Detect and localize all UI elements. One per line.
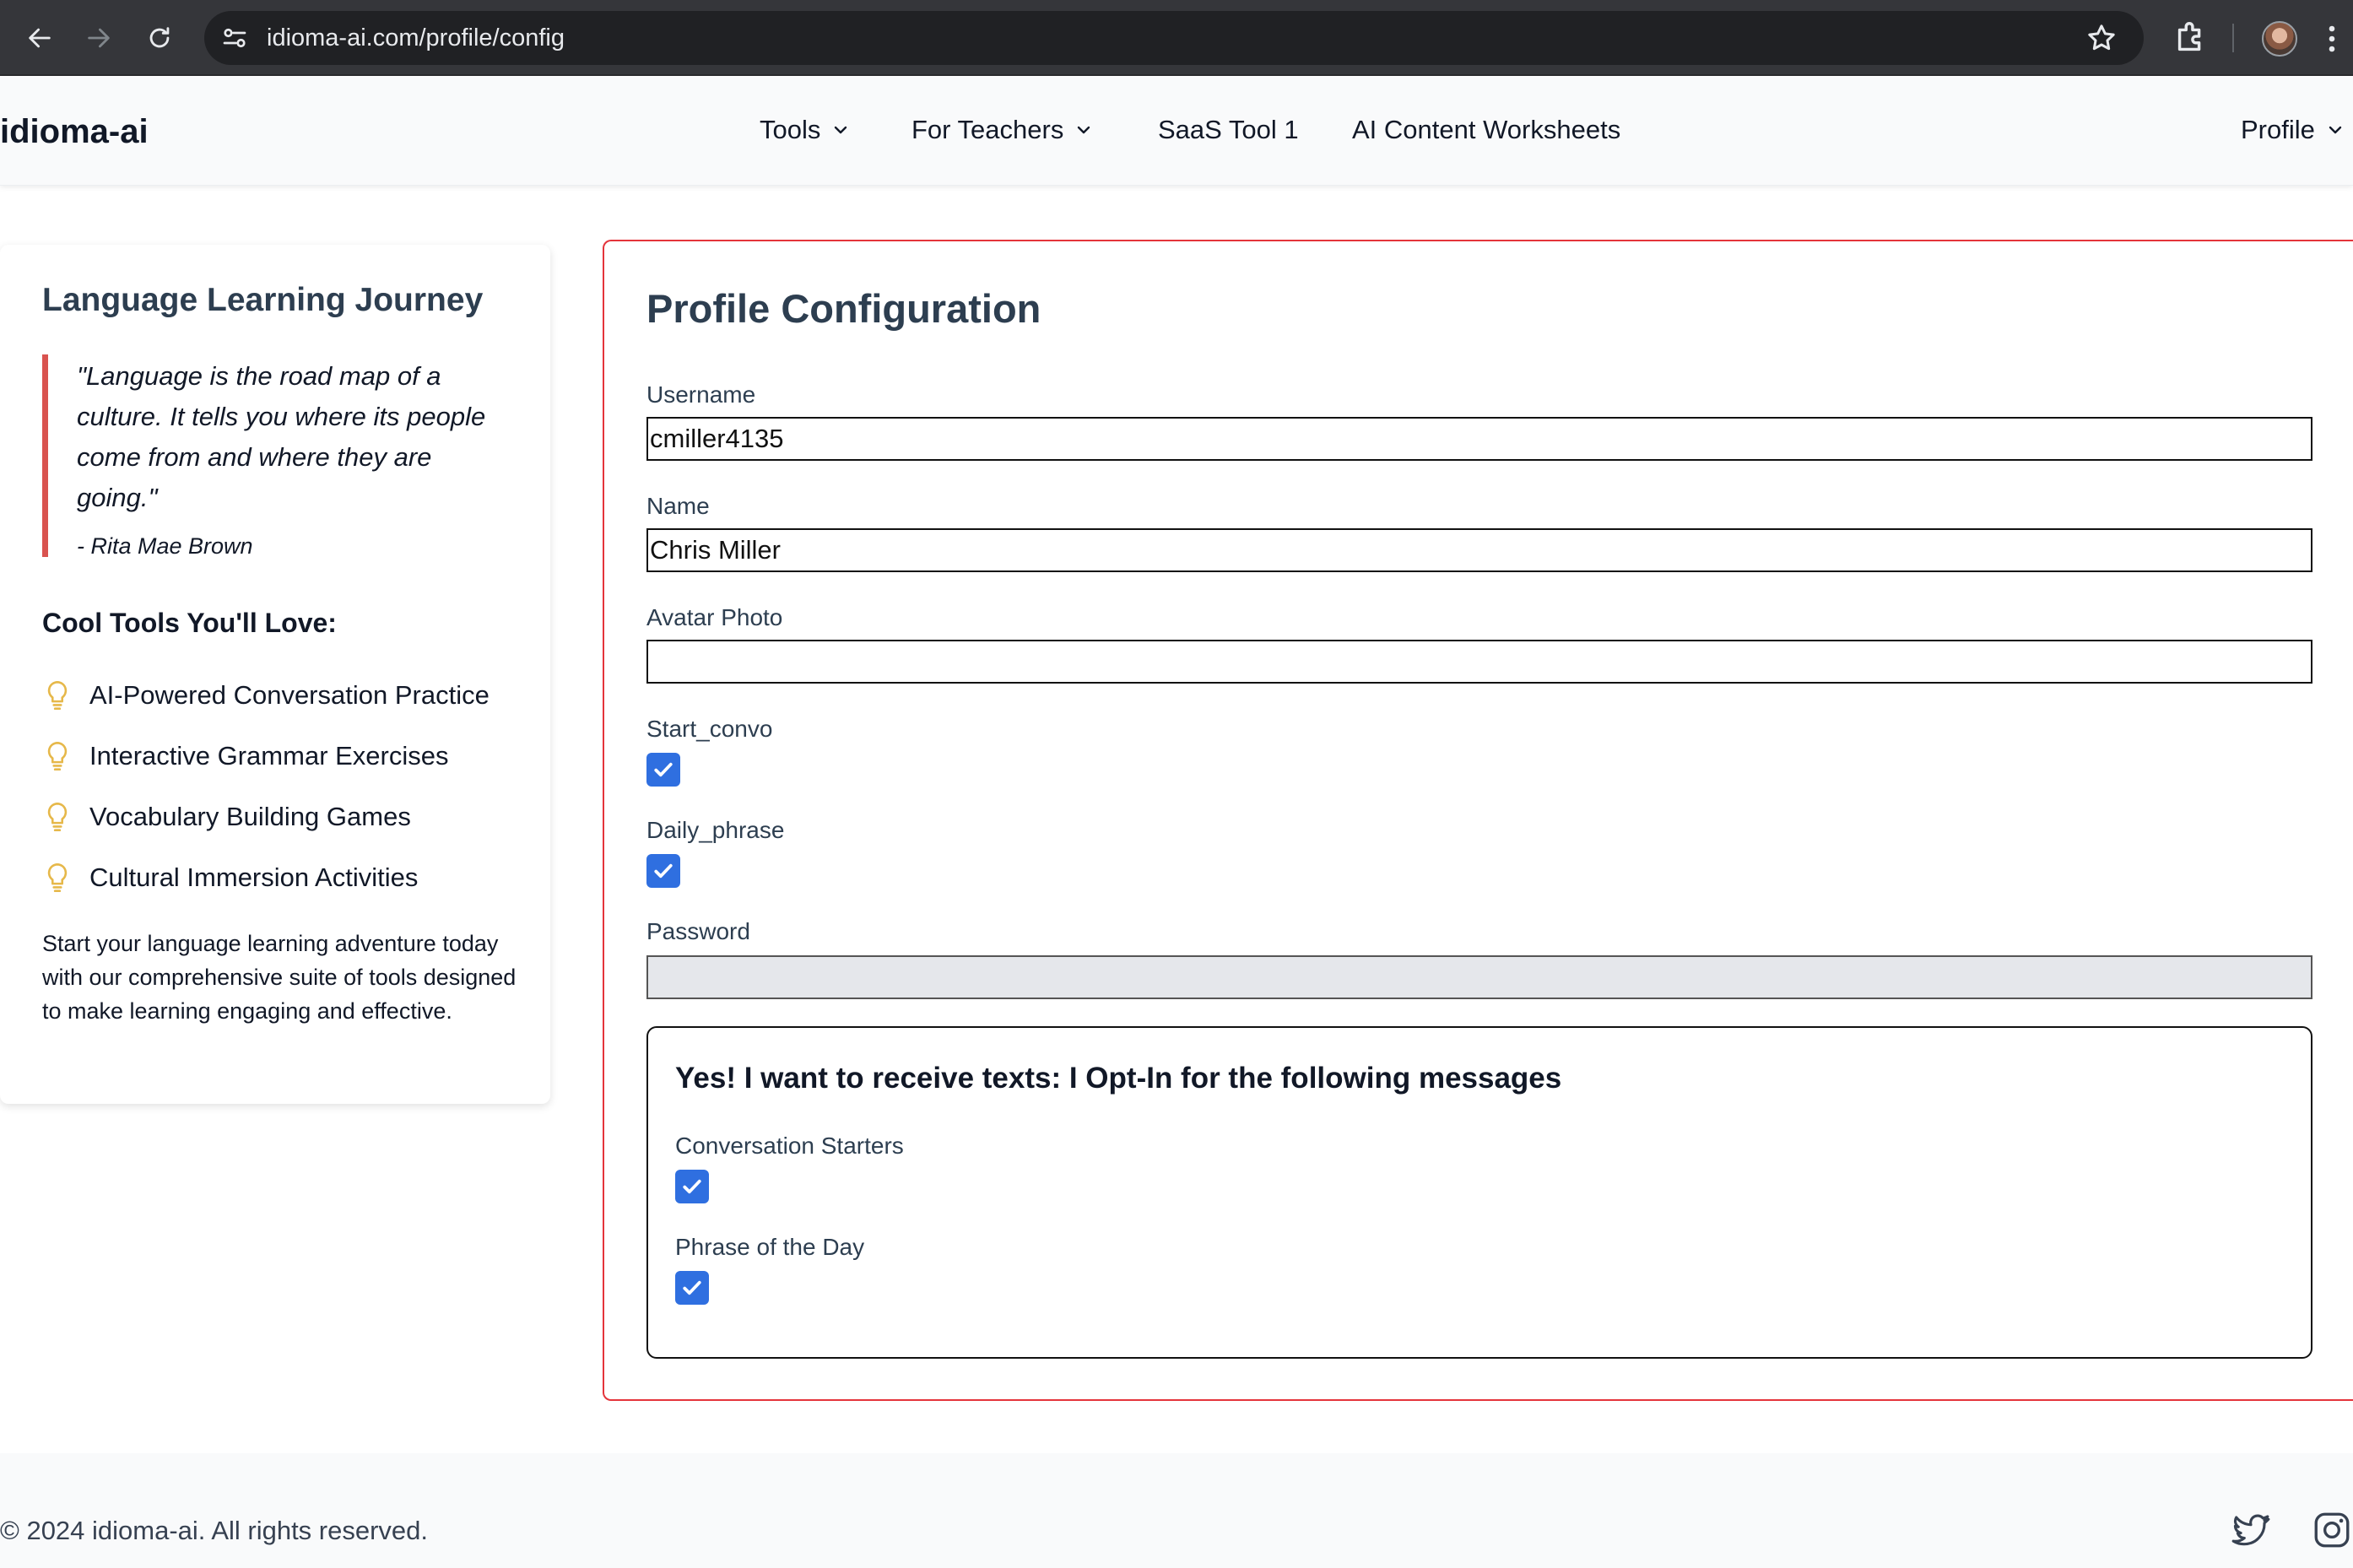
- list-item: Vocabulary Building Games: [42, 787, 490, 847]
- daily-phrase-checkbox[interactable]: [646, 854, 680, 888]
- quote-block: "Language is the road map of a culture. …: [42, 354, 515, 559]
- phrase-of-day-checkbox[interactable]: [675, 1271, 709, 1305]
- checkmark-icon: [683, 1179, 701, 1194]
- sms-optin-box: Yes! I want to receive texts: I Opt-In f…: [646, 1026, 2312, 1359]
- sidebar-title: Language Learning Journey: [42, 282, 484, 318]
- lightbulb-icon: [47, 742, 68, 770]
- list-item: Cultural Immersion Activities: [42, 847, 490, 908]
- lightbulb-icon: [47, 681, 68, 710]
- site-footer: © 2024 idioma-ai. All rights reserved.: [0, 1453, 2353, 1568]
- phrase-of-day-label: Phrase of the Day: [675, 1234, 865, 1260]
- nav-profile[interactable]: Profile: [2241, 115, 2345, 145]
- nav-saas-tool-label: SaaS Tool 1: [1158, 115, 1299, 144]
- tools-list: AI-Powered Conversation Practice Interac…: [42, 665, 490, 908]
- site-header: idioma-ai Tools For Teachers SaaS Tool 1…: [0, 78, 2353, 186]
- instagram-icon[interactable]: [2311, 1509, 2353, 1551]
- sidebar-blurb: Start your language learning adventure t…: [42, 931, 517, 1024]
- quote-author: - Rita Mae Brown: [77, 533, 253, 559]
- url-text[interactable]: idioma-ai.com/profile/config: [267, 24, 565, 52]
- copyright-text: © 2024 idioma-ai. All rights reserved.: [0, 1516, 429, 1545]
- tool-label: AI-Powered Conversation Practice: [89, 680, 490, 710]
- conversation-starters-label: Conversation Starters: [675, 1133, 904, 1159]
- nav-tools-label: Tools: [760, 115, 821, 144]
- forward-arrow-icon[interactable]: [79, 19, 118, 57]
- reload-icon[interactable]: [140, 19, 179, 57]
- brand-logo[interactable]: idioma-ai: [0, 113, 149, 151]
- chevron-down-icon: [1078, 126, 1090, 134]
- start-convo-checkbox[interactable]: [646, 753, 680, 787]
- lightbulb-icon: [47, 862, 68, 892]
- nav-tools[interactable]: Tools: [760, 115, 851, 145]
- optin-title: Yes! I want to receive texts: I Opt-In f…: [675, 1062, 1562, 1095]
- username-field[interactable]: [646, 417, 2312, 461]
- cool-tools-title: Cool Tools You'll Love:: [42, 608, 337, 638]
- list-item: AI-Powered Conversation Practice: [42, 665, 490, 726]
- checkmark-icon: [683, 1280, 701, 1295]
- sidebar-card: Language Learning Journey "Language is t…: [0, 245, 550, 1104]
- tool-label: Vocabulary Building Games: [89, 802, 411, 831]
- checkmark-icon: [654, 762, 673, 777]
- back-arrow-icon[interactable]: [20, 19, 59, 57]
- checkmark-icon: [654, 863, 673, 879]
- nav-profile-label: Profile: [2241, 115, 2315, 144]
- site-settings-icon[interactable]: [219, 23, 250, 53]
- address-bar[interactable]: idioma-ai.com/profile/config: [204, 11, 2144, 65]
- browser-toolbar: idioma-ai.com/profile/config: [0, 0, 2353, 76]
- nav-for-teachers-label: For Teachers: [911, 115, 1064, 144]
- page-title: Profile Configuration: [646, 286, 1041, 331]
- nav-for-teachers[interactable]: For Teachers: [911, 115, 1094, 145]
- conversation-starters-checkbox[interactable]: [675, 1170, 709, 1203]
- bookmark-star-icon[interactable]: [2085, 21, 2118, 55]
- avatar-photo-label: Avatar Photo: [646, 604, 783, 630]
- avatar-photo-field[interactable]: [646, 640, 2312, 684]
- tool-label: Interactive Grammar Exercises: [89, 741, 449, 770]
- username-label: Username: [646, 381, 756, 408]
- lightbulb-icon: [47, 803, 68, 831]
- twitter-icon[interactable]: [2230, 1509, 2272, 1551]
- start-convo-label: Start_convo: [646, 716, 773, 742]
- tool-label: Cultural Immersion Activities: [89, 862, 419, 892]
- extensions-puzzle-icon[interactable]: [2172, 19, 2210, 57]
- daily-phrase-label: Daily_phrase: [646, 817, 785, 843]
- quote-text: "Language is the road map of a culture. …: [77, 361, 486, 512]
- password-label: Password: [646, 918, 750, 944]
- more-vertical-icon[interactable]: [2328, 24, 2336, 54]
- nav-saas-tool[interactable]: SaaS Tool 1: [1158, 115, 1299, 145]
- name-label: Name: [646, 493, 710, 519]
- chevron-down-icon: [835, 126, 847, 134]
- password-field[interactable]: [646, 955, 2312, 999]
- profile-config-card: Profile Configuration Username Name Avat…: [603, 240, 2353, 1401]
- nav-worksheets-label: AI Content Worksheets: [1352, 115, 1621, 144]
- list-item: Interactive Grammar Exercises: [42, 726, 490, 787]
- toolbar-divider: [2232, 24, 2234, 52]
- chevron-down-icon: [2329, 126, 2342, 134]
- name-field[interactable]: [646, 528, 2312, 572]
- nav-worksheets[interactable]: AI Content Worksheets: [1352, 115, 1620, 145]
- profile-avatar-icon[interactable]: [2262, 21, 2297, 57]
